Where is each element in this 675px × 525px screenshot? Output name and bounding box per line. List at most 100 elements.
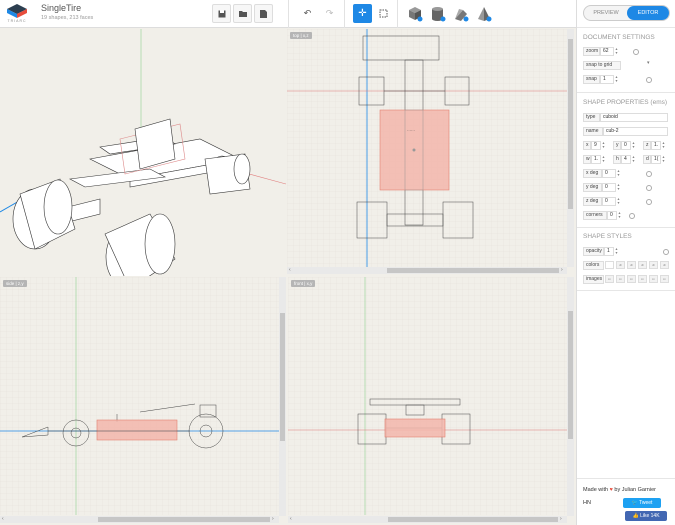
document-stats: 19 shapes, 213 faces [41,15,94,21]
add-pyramid-icon [477,6,491,21]
front-view-hscroll[interactable]: ‹ › [288,516,567,523]
h-stepper[interactable]: ▲ ▼ [631,155,636,164]
made-with-text: Made with [583,487,609,493]
app-logo: TRIARC [5,4,29,26]
corners-radio[interactable] [629,213,635,219]
facebook-like-button[interactable]: 👍 Like 14K [625,511,667,521]
view-label: top | x,z [290,32,312,39]
image-slot[interactable]: im [649,275,658,283]
snap-input[interactable]: 1 [600,75,614,84]
x-stepper[interactable]: ▲ ▼ [601,141,606,150]
color-swatch[interactable]: dh [660,261,669,269]
save-button[interactable] [212,4,231,23]
side-viewport[interactable]: side | z,y [0,277,279,515]
x-input[interactable]: 9 [591,141,601,150]
color-swatch[interactable]: dh [638,261,647,269]
color-swatch[interactable]: dh [627,261,636,269]
image-slot[interactable]: im [660,275,669,283]
side-view-vscroll[interactable] [279,277,286,516]
y-stepper[interactable]: ▲ ▼ [631,141,636,150]
twitter-bird-icon: 🐦 [631,500,638,506]
z-deg-label: z deg [583,197,602,206]
d-stepper[interactable]: ▲ ▼ [661,155,666,164]
author-link[interactable]: by Julian Garnier [614,487,656,493]
z-stepper[interactable]: ▲ ▼ [661,141,666,150]
side-view-hscroll[interactable]: ‹ › [0,516,279,523]
opacity-input[interactable]: 1 [604,247,614,256]
document-title[interactable]: SingleTire [41,3,81,13]
color-swatch[interactable]: dh [616,261,625,269]
front-viewport[interactable]: front | x,y [288,277,567,515]
document-settings-heading: DOCUMENT SETTINGS [583,34,655,41]
corners-input[interactable]: 0 [607,211,617,220]
corners-label: corners [583,211,607,220]
move-tool-icon: ✛ [358,7,367,19]
image-slot[interactable]: im [605,275,614,283]
opacity-radio[interactable] [663,249,669,255]
tweet-button[interactable]: 🐦 Tweet [623,498,661,508]
add-wedge-button[interactable] [451,4,470,23]
add-pyramid-button[interactable] [474,4,493,23]
z-deg-input[interactable]: 0 [602,197,616,206]
y-deg-radio[interactable] [646,185,652,191]
snap-radio[interactable] [646,77,652,83]
w-stepper[interactable]: ▲ ▼ [601,155,606,164]
z-deg-radio[interactable] [646,199,652,205]
front-view-vscroll[interactable] [567,277,574,516]
add-cylinder-button[interactable] [428,4,447,23]
z-input[interactable]: 1. [651,141,661,150]
x-deg-input[interactable]: 0 [602,169,616,178]
y-deg-input[interactable]: 0 [602,183,616,192]
y-input[interactable]: 0 [621,141,631,150]
add-cube-icon [408,6,422,21]
chevron-down-icon[interactable]: ▾ [647,60,650,66]
top-view-vscroll[interactable] [567,29,574,267]
y-deg-stepper[interactable]: ▲ ▼ [616,183,621,192]
snap-to-grid-toggle[interactable]: snap to grid [583,61,621,70]
move-tool-button[interactable]: ✛ [353,4,372,23]
svg-text:⋯⋯: ⋯⋯ [407,128,415,133]
open-folder-icon [238,11,247,17]
redo-button[interactable]: ↷ [320,4,339,23]
image-slot[interactable]: im [627,275,636,283]
zoom-input[interactable]: 62 [600,47,614,56]
export-button[interactable] [254,4,273,23]
save-icon [218,10,225,17]
color-swatch[interactable] [605,261,614,269]
y-label: y [613,141,621,150]
editor-tab[interactable]: EDITOR [627,6,669,20]
colors-label: colors [583,261,604,270]
name-input[interactable]: cub-2 [603,127,668,136]
shape-properties-heading: SHAPE PROPERTIES (ems) [583,99,668,106]
select-box-icon [379,9,388,18]
preview-tab[interactable]: PREVIEW [585,6,627,20]
z-deg-stepper[interactable]: ▲ ▼ [616,197,621,206]
h-input[interactable]: 4 [621,155,631,164]
zoom-stepper[interactable]: ▲ ▼ [614,47,619,56]
top-viewport[interactable]: ⋯⋯ top | x,z [287,29,567,267]
perspective-viewport[interactable] [0,29,286,276]
color-swatch[interactable]: dh [649,261,658,269]
image-slot[interactable]: im [616,275,625,283]
image-slot[interactable]: im [638,275,647,283]
w-input[interactable]: 1. [591,155,601,164]
zoom-reset-radio[interactable] [633,49,639,55]
open-button[interactable] [233,4,252,23]
corners-stepper[interactable]: ▲ ▼ [617,211,622,220]
d-input[interactable]: 1( [651,155,661,164]
view-label: front | x,y [291,280,316,287]
undo-button[interactable]: ↶ [298,4,317,23]
shape-styles-heading: SHAPE STYLES [583,233,632,240]
snap-stepper[interactable]: ▲ ▼ [614,75,619,84]
top-view-hscroll[interactable]: ‹ › [287,267,567,274]
opacity-stepper[interactable]: ▲ ▼ [614,247,619,256]
x-deg-stepper[interactable]: ▲ ▼ [616,169,621,178]
add-cube-button[interactable] [405,4,424,23]
z-label: z [643,141,651,150]
hn-link[interactable]: HN [583,500,591,506]
mode-toggle: PREVIEW EDITOR [583,5,670,21]
select-box-button[interactable] [374,4,393,23]
images-label: images [583,275,604,284]
x-deg-radio[interactable] [646,171,652,177]
type-label: type [583,113,600,122]
